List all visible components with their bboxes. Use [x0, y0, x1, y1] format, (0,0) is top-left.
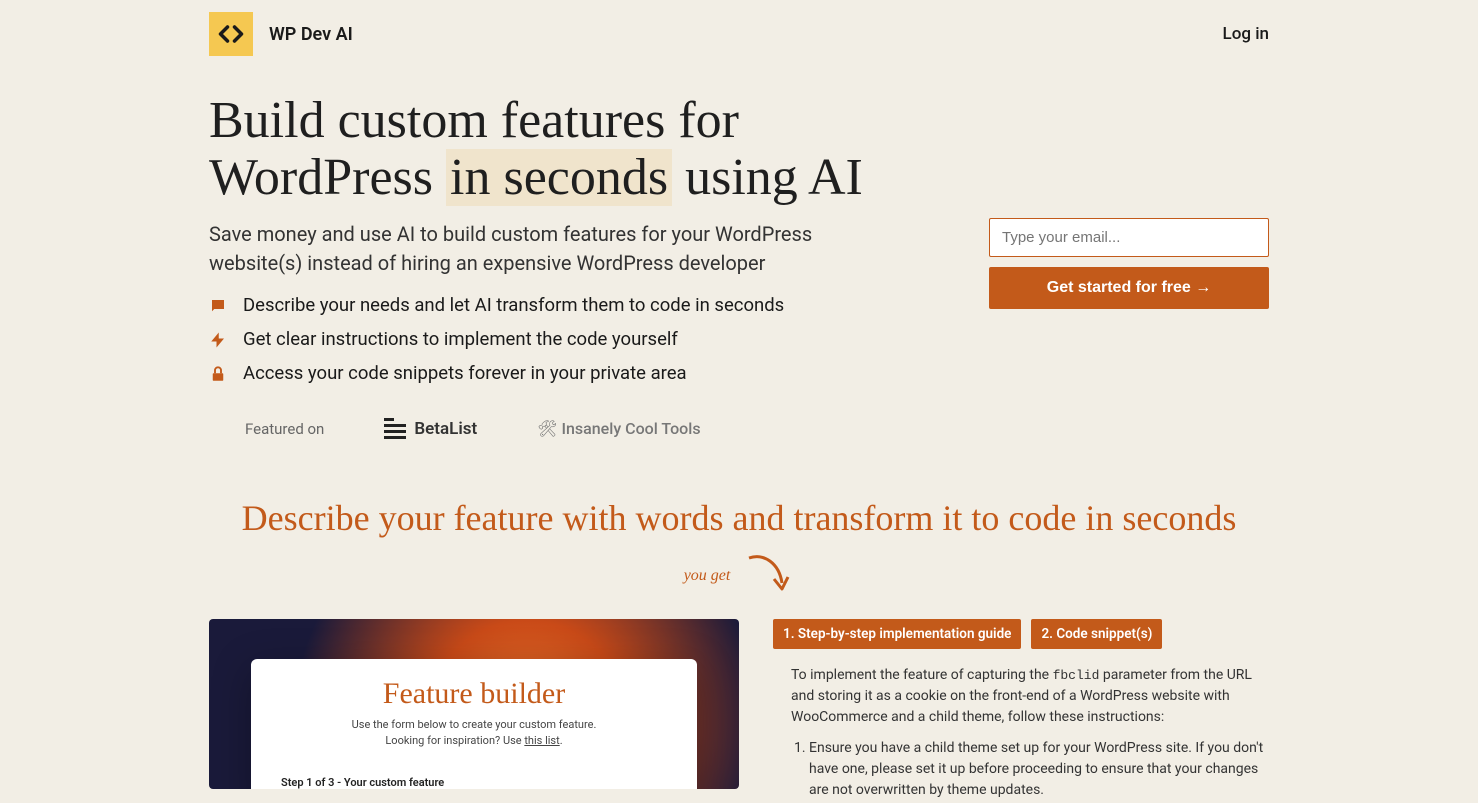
bolt-icon — [209, 331, 229, 349]
feature-item: Access your code snippets forever in you… — [209, 362, 949, 384]
feature-builder-step: Step 1 of 3 - Your custom feature — [281, 776, 667, 789]
hero-title: Build custom features for WordPress in s… — [209, 92, 949, 206]
code-brackets-icon — [209, 12, 253, 56]
pill-snippets: 2. Code snippet(s) — [1031, 619, 1162, 649]
implementation-guide: To implement the feature of capturing th… — [773, 665, 1269, 801]
feature-builder-card: Feature builder Use the form below to cr… — [251, 659, 697, 789]
brand-name: WP Dev AI — [269, 24, 353, 45]
lock-icon — [209, 365, 229, 383]
betalist-icon — [384, 418, 406, 439]
feature-list: Describe your needs and let AI transform… — [209, 294, 949, 384]
feature-item: Describe your needs and let AI transform… — [209, 294, 949, 316]
guide-step-1: Ensure you have a child theme set up for… — [809, 738, 1269, 801]
featured-betalist[interactable]: BetaList — [384, 418, 477, 439]
you-get-arrow: you get — [209, 553, 1269, 597]
get-started-button[interactable]: Get started for free → — [989, 267, 1269, 309]
feature-builder-subtitle: Use the form below to create your custom… — [281, 717, 667, 748]
feature-item: Get clear instructions to implement the … — [209, 328, 949, 350]
featured-insanely-cool-tools[interactable]: 🛠 Insanely Cool Tools — [537, 419, 700, 438]
header: WP Dev AI Log in — [209, 0, 1269, 56]
featured-label: Featured on — [245, 420, 324, 438]
demo-screenshot: Feature builder Use the form below to cr… — [209, 619, 739, 789]
inspiration-link[interactable]: this list — [524, 734, 559, 747]
logo[interactable]: WP Dev AI — [209, 12, 353, 56]
hero-subtitle: Save money and use AI to build custom fe… — [209, 220, 909, 278]
feature-builder-title: Feature builder — [281, 677, 667, 711]
email-input[interactable] — [989, 218, 1269, 257]
pill-guide: 1. Step-by-step implementation guide — [773, 619, 1021, 649]
code-fbclid: fbclid — [1053, 668, 1100, 683]
curved-arrow-icon — [744, 553, 794, 597]
login-link[interactable]: Log in — [1223, 24, 1269, 44]
featured-on: Featured on BetaList 🛠 Insanely Cool Too… — [209, 418, 949, 439]
output-pills: 1. Step-by-step implementation guide 2. … — [773, 619, 1269, 649]
chat-icon — [209, 297, 229, 315]
section-title: Describe your feature with words and tra… — [209, 497, 1269, 539]
